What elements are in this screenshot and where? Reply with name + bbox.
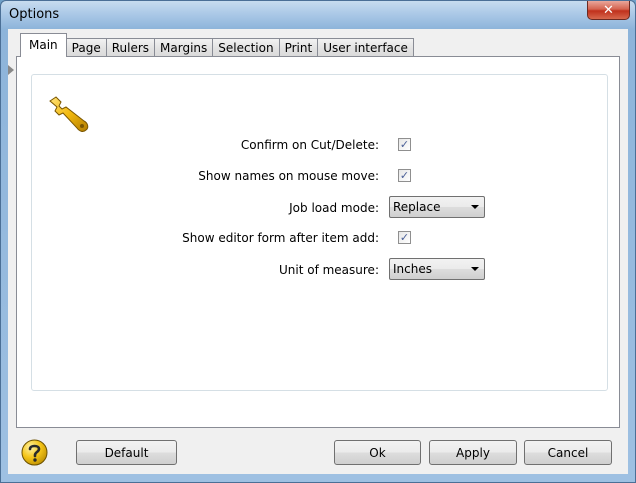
close-icon: ✕ xyxy=(603,2,614,18)
dialog-client-area: Main Page Rulers Margins Selection Print… xyxy=(8,29,628,474)
job-load-mode-select[interactable]: Replace xyxy=(389,196,485,218)
show-names-mouse-label: Show names on mouse move: xyxy=(198,169,379,183)
checkmark-icon: ✓ xyxy=(399,231,410,244)
cancel-button[interactable]: Cancel xyxy=(524,440,612,465)
tab-rulers[interactable]: Rulers xyxy=(105,38,156,57)
show-editor-form-label: Show editor form after item add: xyxy=(182,231,379,245)
ok-button[interactable]: Ok xyxy=(334,440,421,465)
unit-of-measure-label: Unit of measure: xyxy=(278,263,379,277)
window-title: Options xyxy=(9,7,60,22)
job-load-mode-label: Job load mode: xyxy=(289,201,379,215)
chevron-down-icon xyxy=(471,205,479,209)
close-button[interactable]: ✕ xyxy=(587,1,630,20)
checkmark-icon: ✓ xyxy=(399,169,410,182)
default-button[interactable]: Default xyxy=(76,440,177,465)
help-icon[interactable] xyxy=(21,439,48,466)
confirm-cut-delete-label: Confirm on Cut/Delete: xyxy=(240,138,379,152)
show-editor-form-checkbox[interactable]: ✓ xyxy=(398,231,411,244)
confirm-cut-delete-checkbox[interactable]: ✓ xyxy=(398,138,411,151)
apply-button[interactable]: Apply xyxy=(429,440,517,465)
show-names-mouse-checkbox[interactable]: ✓ xyxy=(398,169,411,182)
wrench-icon xyxy=(49,96,89,132)
tab-user-interface[interactable]: User interface xyxy=(317,38,414,57)
tab-selection[interactable]: Selection xyxy=(212,38,280,57)
side-arrow-icon xyxy=(8,65,14,75)
main-tab-panel: Confirm on Cut/Delete: ✓ Show names on m… xyxy=(16,56,620,428)
tab-print[interactable]: Print xyxy=(278,38,319,57)
tab-page[interactable]: Page xyxy=(65,38,107,57)
unit-of-measure-select[interactable]: Inches xyxy=(389,258,485,280)
checkmark-icon: ✓ xyxy=(399,138,410,151)
tab-strip: Main Page Rulers Margins Selection Print… xyxy=(20,33,414,57)
options-window: Options ✕ Main Page Rulers Margins Selec… xyxy=(0,0,636,483)
unit-of-measure-value: Inches xyxy=(393,262,432,276)
tab-main[interactable]: Main xyxy=(20,33,67,57)
job-load-mode-value: Replace xyxy=(393,200,441,214)
chevron-down-icon xyxy=(471,267,479,271)
tab-margins[interactable]: Margins xyxy=(154,38,214,57)
